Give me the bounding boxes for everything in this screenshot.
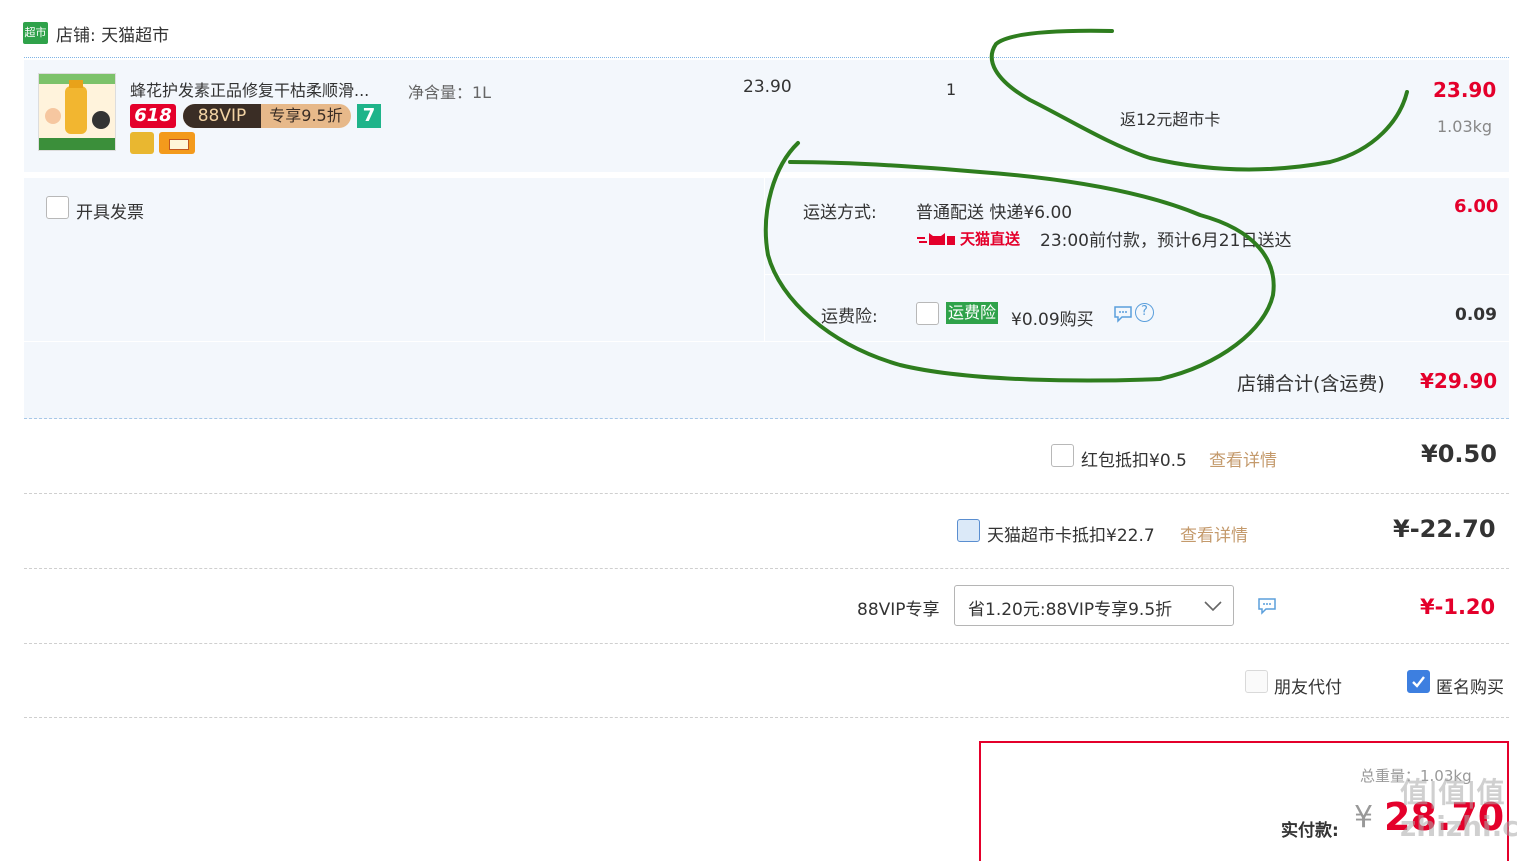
vip-value: ¥-1.20 (1420, 595, 1496, 619)
redpacket-value: ¥0.50 (1421, 440, 1497, 468)
item-subtotal: 23.90 (1433, 78, 1497, 102)
card-value: ¥-22.70 (1393, 515, 1496, 543)
card-icon-inner (169, 139, 189, 150)
panel-split-h2 (24, 341, 1509, 342)
card-label[interactable]: 天猫超市卡抵扣¥22.7 (987, 521, 1155, 546)
unit-price: 23.90 (743, 77, 792, 97)
check-icon (1412, 676, 1425, 688)
redpacket-checkbox[interactable] (1051, 444, 1074, 467)
supermarket-badge-icon: 超市 (23, 22, 48, 44)
tag-618: 618 (130, 104, 176, 128)
pay-currency: ¥ (1354, 800, 1374, 835)
tag-88vip-label: 88VIP (183, 104, 261, 128)
divider (24, 568, 1509, 569)
tag-88vip-discount: 专享9.5折 (269, 106, 343, 125)
card-details-link[interactable]: 查看详情 (1180, 521, 1248, 546)
shipping-label: 运送方式: (803, 203, 877, 223)
delivery-eta: 23:00前付款，预计6月21日送达 (1040, 231, 1292, 251)
panel-split (764, 178, 765, 341)
divider (24, 57, 1509, 58)
help-icon[interactable]: ? (1135, 303, 1154, 322)
product-image (39, 74, 115, 150)
divider (24, 493, 1509, 494)
tmall-cat-icon (917, 230, 955, 245)
panel-split-h (765, 274, 1509, 275)
shop-total-label: 店铺合计(含运费) (1237, 373, 1385, 395)
card-checkbox[interactable] (957, 519, 980, 542)
shipping-fee: 6.00 (1454, 196, 1499, 217)
chevron-down-icon (1203, 598, 1223, 612)
tag-88vip: 88VIP 专享9.5折 (183, 104, 351, 128)
invoice-label[interactable]: 开具发票 (76, 198, 144, 223)
pay-label: 实付款: (1281, 821, 1339, 841)
shipping-method[interactable]: 普通配送 快递¥6.00 (916, 198, 1072, 223)
product-spec: 净含量：1L (408, 83, 492, 102)
insurance-badge: 运费险 (946, 302, 999, 324)
product-title[interactable]: 蜂花护发素正品修复干枯柔顺滑... (130, 77, 369, 101)
item-weight: 1.03kg (1437, 117, 1493, 136)
tag-seven-day-return: 7 (357, 104, 381, 128)
insurance-checkbox[interactable] (916, 302, 939, 325)
product-thumbnail[interactable] (38, 73, 116, 151)
divider (24, 717, 1509, 718)
shop-label[interactable]: 店铺: 天猫超市 (56, 21, 169, 46)
promo-label: 返12元超市卡 (1120, 110, 1221, 129)
site-watermark: 值|值|值 zhizhi.com (1400, 776, 1519, 846)
tmall-cat-shape (917, 233, 955, 245)
vip-select[interactable]: 省1.20元:88VIP专享9.5折 (954, 585, 1234, 626)
vip-select-value: 省1.20元:88VIP专享9.5折 (968, 600, 1173, 620)
vip-label: 88VIP专享 (857, 600, 940, 620)
quantity[interactable]: 1 (946, 80, 956, 99)
anonymous-label[interactable]: 匿名购买 (1436, 673, 1504, 698)
chat-bubble-icon[interactable] (1257, 597, 1277, 615)
invoice-checkbox[interactable] (46, 196, 69, 219)
shop-total-value: ¥29.90 (1420, 369, 1498, 393)
friend-pay-checkbox[interactable] (1245, 670, 1268, 693)
friend-pay-label[interactable]: 朋友代付 (1274, 673, 1342, 698)
tmall-direct-label: 天猫直送 (960, 230, 1021, 248)
anonymous-checkbox[interactable] (1407, 670, 1430, 693)
insurance-label: 运费险: (821, 307, 878, 327)
chat-bubble-icon[interactable] (1113, 305, 1133, 323)
redpacket-details-link[interactable]: 查看详情 (1209, 446, 1277, 471)
insurance-fee: 0.09 (1455, 305, 1497, 325)
service-icon (130, 132, 154, 154)
redpacket-label[interactable]: 红包抵扣¥0.5 (1081, 446, 1187, 471)
card-icon (159, 132, 195, 154)
insurance-price: ¥0.09购买 (1011, 310, 1094, 330)
divider (24, 643, 1509, 644)
